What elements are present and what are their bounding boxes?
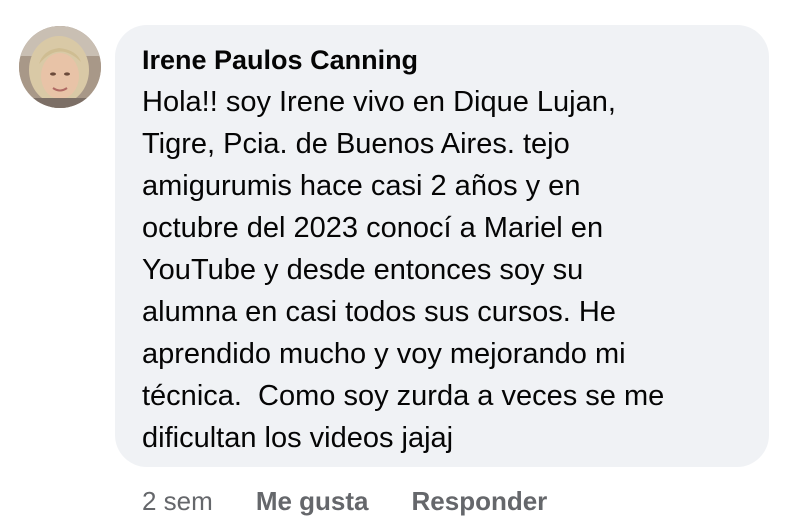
comment-text-line: dificultan los videos jajaj — [142, 422, 454, 454]
comment-text: Hola!! soy Irene vivo en Dique Lujan, Ti… — [142, 81, 743, 459]
avatar[interactable] — [19, 26, 101, 108]
comment-text-line: Hola!! soy Irene vivo en Dique Lujan, — [142, 86, 616, 118]
comment-timestamp[interactable]: 2 sem — [142, 486, 213, 517]
comment-text-line: alumna en casi todos sus cursos. He — [142, 296, 616, 328]
reply-button[interactable]: Responder — [412, 486, 548, 517]
comment-text-line: octubre del 2023 conocí a Mariel en — [142, 212, 604, 244]
comment-text-line: Tigre, Pcia. de Buenos Aires. tejo — [142, 128, 570, 160]
comment-bubble: Irene Paulos Canning Hola!! soy Irene vi… — [115, 25, 769, 467]
comment-text-line: YouTube y desde entonces soy su — [142, 254, 584, 286]
comment-author[interactable]: Irene Paulos Canning — [142, 43, 743, 77]
like-button[interactable]: Me gusta — [256, 486, 369, 517]
avatar-photo — [19, 26, 101, 108]
comment: Irene Paulos Canning Hola!! soy Irene vi… — [0, 0, 790, 528]
comment-text-line: amigurumis hace casi 2 años y en — [142, 170, 581, 202]
comment-actions: 2 sem Me gusta Responder — [142, 481, 547, 521]
comment-text-line: aprendido mucho y voy mejorando mi — [142, 338, 626, 370]
comment-text-line: técnica. Como soy zurda a veces se me — [142, 380, 665, 412]
